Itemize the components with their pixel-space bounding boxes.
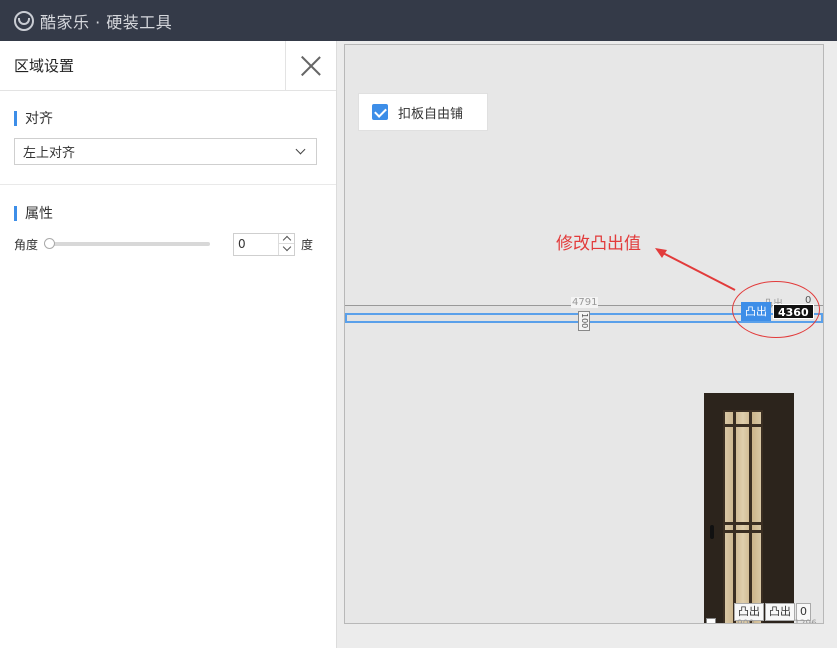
- design-canvas[interactable]: 扣板自由铺 修改凸出值 4791 100 凸出 0 凸出 4360 凸出 凸出 …: [344, 44, 824, 624]
- center-dimension: 100: [578, 311, 590, 331]
- logo-icon: [14, 10, 34, 31]
- panel-header: 区域设置: [0, 41, 336, 91]
- door-mullion: [749, 412, 752, 623]
- align-select-value: 左上对齐: [23, 146, 76, 161]
- angle-slider[interactable]: [44, 238, 210, 250]
- close-button[interactable]: [285, 41, 336, 91]
- free-layout-option[interactable]: 扣板自由铺: [358, 93, 488, 131]
- stepper-down-icon[interactable]: [279, 244, 294, 254]
- angle-slider-thumb[interactable]: [44, 238, 55, 249]
- small-marker: [706, 618, 716, 623]
- door-glass-panel: [723, 410, 763, 623]
- top-bar: 酷家乐 · 硬装工具: [0, 0, 837, 41]
- panel-title: 区域设置: [14, 57, 75, 75]
- door-rail: [725, 424, 761, 427]
- door-handle: [710, 525, 714, 539]
- angle-input-value: 0: [238, 237, 246, 251]
- wall-length-dimension: 4791: [571, 297, 599, 308]
- chevron-down-icon: [295, 144, 306, 155]
- bottom-dimension-1: 900: [737, 619, 755, 624]
- attributes-title: 属性: [25, 206, 53, 222]
- attributes-section: 属性 角度 0 度: [0, 185, 336, 256]
- align-section-title: 对齐: [14, 109, 322, 127]
- door-model[interactable]: [704, 393, 794, 623]
- angle-unit: 度: [301, 237, 314, 252]
- door-mullion: [733, 412, 736, 623]
- angle-label: 角度: [14, 237, 39, 252]
- angle-slider-track: [44, 242, 210, 246]
- bottom-tag-2[interactable]: 凸出: [765, 603, 795, 621]
- section-marker: [14, 205, 17, 221]
- section-marker: [14, 110, 17, 126]
- free-layout-label: 扣板自由铺: [398, 106, 464, 122]
- bottom-dimension-2: 1296: [794, 619, 817, 624]
- region-settings-panel: 区域设置 对齐 左上对齐 属性 角度 0 度: [0, 41, 337, 648]
- align-section: 对齐 左上对齐: [0, 91, 336, 185]
- close-icon: [301, 56, 321, 76]
- align-title: 对齐: [25, 111, 53, 127]
- app-title: 酷家乐 · 硬装工具: [40, 12, 173, 32]
- door-rail: [725, 530, 761, 533]
- angle-row: 角度 0 度: [14, 232, 322, 256]
- angle-stepper: [278, 233, 294, 255]
- attributes-section-title: 属性: [14, 204, 322, 222]
- door-rail: [725, 522, 761, 525]
- highlight-ellipse: [732, 281, 820, 338]
- angle-input[interactable]: 0: [233, 232, 295, 256]
- align-select[interactable]: 左上对齐: [14, 138, 317, 165]
- checkbox-checked-icon[interactable]: [372, 104, 388, 120]
- annotation-text: 修改凸出值: [556, 234, 641, 254]
